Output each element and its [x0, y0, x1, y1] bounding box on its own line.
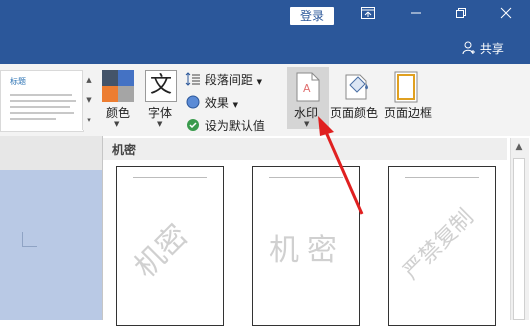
annotation-arrow-icon	[318, 116, 364, 215]
